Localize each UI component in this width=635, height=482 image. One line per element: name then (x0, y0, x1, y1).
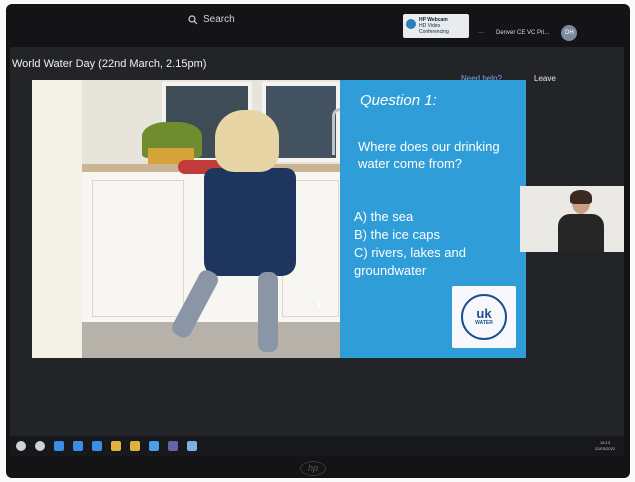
answer-option-b: B) the ice caps (354, 227, 440, 242)
participant-body (558, 214, 604, 252)
slide-photo (82, 80, 350, 358)
paint-icon[interactable] (187, 441, 197, 451)
more-options-button[interactable]: ··· (478, 30, 484, 36)
answer-options: A) the sea B) the ice caps C) rivers, la… (354, 208, 518, 280)
participant-hair (570, 190, 592, 204)
webcam-logo-icon (406, 19, 416, 29)
cortana-icon[interactable] (35, 441, 45, 451)
folder-icon[interactable] (130, 441, 140, 451)
teams-icon[interactable] (168, 441, 178, 451)
uk-water-logo-icon: uk WATER (461, 294, 507, 340)
answer-option-c: C) rivers, lakes and (354, 245, 466, 260)
shared-slide: Question 1: Where does our drinking wate… (32, 80, 526, 358)
child-leg-right-image (258, 272, 278, 352)
cabinet-door-left (92, 180, 184, 317)
uk-water-logo-text: uk (476, 306, 492, 321)
question-text: Where does our drinking water come from? (358, 139, 500, 171)
webcam-sticker-subtitle: HD Video Conferencing (419, 23, 449, 35)
clock-date: 22/03/2022 (595, 446, 616, 451)
header-right: ··· Denver CE VC Pri... DH (478, 25, 578, 41)
windows-icon[interactable] (16, 441, 26, 451)
uk-water-logo: uk WATER (452, 286, 516, 348)
meeting-title: World Water Day (22nd March, 2.15pm) (12, 58, 207, 70)
answer-option-a: A) the sea (354, 209, 414, 224)
hp-logo: hp (300, 461, 326, 476)
avatar[interactable]: DH (561, 25, 578, 41)
account-name: Denver CE VC Pri... (496, 30, 550, 36)
uk-water-logo-subtext: WATER (475, 320, 493, 326)
store-icon[interactable] (73, 441, 83, 451)
taskbar-clock[interactable]: 15:13 22/03/2022 (595, 440, 615, 452)
answer-option-c-cont: groundwater (354, 263, 427, 278)
taskbar (10, 436, 624, 456)
mouse-cursor-icon (318, 300, 322, 307)
search-label: Search (203, 14, 235, 25)
app-icon[interactable] (149, 441, 159, 451)
floor-image (82, 322, 342, 358)
search-box[interactable]: Search (188, 14, 235, 25)
leave-button[interactable]: Leave (534, 74, 556, 83)
child-dress-image (204, 168, 296, 276)
search-icon (188, 14, 198, 24)
question-title: Question 1: (360, 92, 437, 109)
participant-video[interactable] (520, 186, 624, 252)
child-hair-image (215, 110, 279, 172)
webcam-sticker: HP Webcam HD Video Conferencing (403, 14, 469, 38)
chrome-icon[interactable] (111, 441, 121, 451)
files-icon[interactable] (92, 441, 102, 451)
edge-icon[interactable] (54, 441, 64, 451)
